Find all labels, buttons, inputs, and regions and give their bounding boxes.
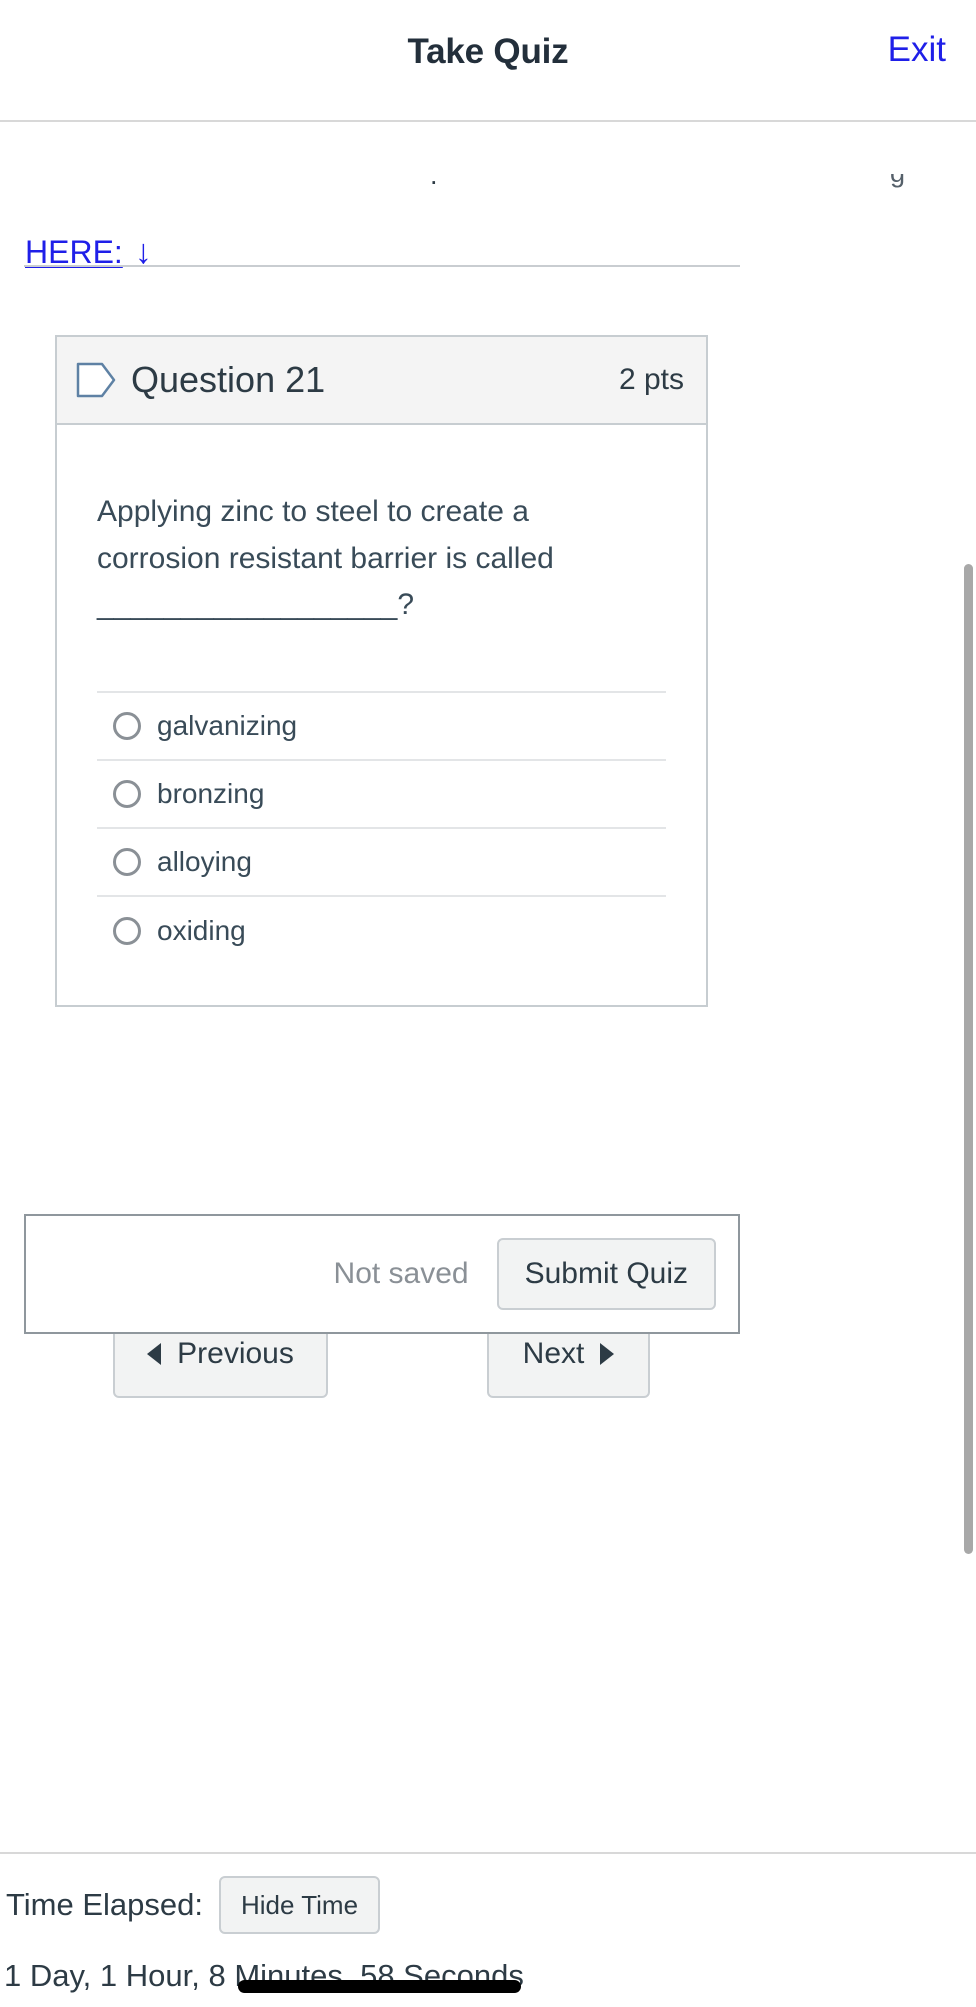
page-title: Take Quiz bbox=[407, 32, 569, 71]
question-text: Applying zinc to steel to create a corro… bbox=[97, 495, 554, 621]
answer-option-3[interactable]: oxiding bbox=[97, 897, 666, 965]
time-elapsed-label: Time Elapsed: bbox=[6, 1887, 203, 1922]
submit-bar: Not saved Submit Quiz bbox=[24, 1214, 740, 1334]
app-header: Take Quiz Exit bbox=[0, 0, 976, 122]
question-number-title: Question 21 bbox=[131, 359, 326, 400]
radio-button-icon[interactable] bbox=[113, 711, 141, 740]
content-divider bbox=[24, 265, 740, 267]
answer-option-0[interactable]: galvanizing bbox=[97, 693, 666, 761]
home-indicator bbox=[238, 1980, 521, 1993]
question-card-body: Applying zinc to steel to create a corro… bbox=[57, 425, 706, 1005]
previous-button-label: Previous bbox=[177, 1337, 294, 1370]
answer-option-label: galvanizing bbox=[157, 709, 298, 741]
quiz-content-scroll-area[interactable]: . g HERE:↓ Question 21 2 pts Applying zi… bbox=[0, 122, 976, 1852]
hide-time-button[interactable]: Hide Time bbox=[219, 1876, 381, 1934]
answer-option-label: alloying bbox=[157, 845, 252, 877]
save-status-text: Not saved bbox=[333, 1257, 469, 1290]
radio-button-icon[interactable] bbox=[113, 779, 141, 808]
radio-button-icon[interactable] bbox=[113, 916, 141, 945]
question-card-header: Question 21 2 pts bbox=[57, 337, 706, 425]
question-points: 2 pts bbox=[618, 363, 684, 396]
question-card: Question 21 2 pts Applying zinc to steel… bbox=[55, 335, 708, 1007]
clipped-fragment-right: g bbox=[890, 174, 905, 189]
submit-quiz-button[interactable]: Submit Quiz bbox=[496, 1238, 716, 1310]
scrollbar-thumb[interactable] bbox=[964, 564, 973, 1554]
radio-button-icon[interactable] bbox=[113, 847, 141, 876]
triangle-right-icon bbox=[600, 1343, 615, 1365]
answer-options-list: galvanizing bronzing alloying oxiding bbox=[97, 690, 666, 965]
answer-option-1[interactable]: bronzing bbox=[97, 761, 666, 829]
exit-button[interactable]: Exit bbox=[888, 30, 946, 70]
quiz-screen: Take Quiz Exit . g HERE:↓ Question 21 2 … bbox=[0, 0, 976, 2007]
timer-controls-row: Time Elapsed: Hide Time bbox=[6, 1876, 381, 1934]
answer-option-2[interactable]: alloying bbox=[97, 829, 666, 897]
clipped-fragment-left: . bbox=[430, 174, 438, 190]
next-button-label: Next bbox=[522, 1337, 585, 1370]
vertical-scrollbar[interactable] bbox=[960, 122, 976, 1852]
flag-outline-icon[interactable] bbox=[75, 360, 117, 400]
answer-option-label: oxiding bbox=[157, 914, 246, 946]
clipped-text-above: . g bbox=[0, 174, 960, 198]
triangle-left-icon bbox=[147, 1343, 162, 1365]
answer-option-label: bronzing bbox=[157, 777, 265, 809]
